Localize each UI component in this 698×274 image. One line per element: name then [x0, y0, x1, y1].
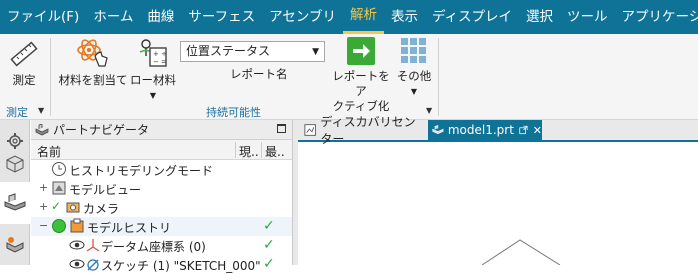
report-name-label: レポート名 — [230, 67, 288, 81]
popout-icon[interactable] — [519, 124, 528, 136]
collapse-icon[interactable]: − — [39, 219, 48, 232]
group-label-measure: 測定 — [6, 106, 28, 119]
assembly-navigator-button[interactable] — [0, 142, 30, 184]
activate-report-label-1: レポートをア — [332, 69, 390, 98]
eye-icon[interactable] — [69, 237, 85, 253]
raw-material-button[interactable]: + ÷ − = ロー材料 ▼ — [130, 36, 176, 103]
column-latest[interactable]: 最.. — [265, 143, 285, 160]
model-history-icon — [70, 218, 84, 233]
report-name-select[interactable]: 位置ステータス ▼ — [180, 41, 325, 62]
tree-row-model-history[interactable]: − モデルヒストリ ✓ — [31, 217, 292, 236]
menu-tools[interactable]: ツール — [560, 0, 615, 34]
svg-text:+ ÷: + ÷ — [153, 50, 167, 58]
menu-assembly[interactable]: アセンブリ — [262, 0, 343, 34]
green-status-icon — [52, 219, 66, 233]
grid-icon — [401, 38, 426, 63]
ruler-icon — [10, 41, 38, 67]
chevron-down-icon: ▼ — [149, 91, 157, 100]
group-expand-icon[interactable]: ▼ — [38, 106, 44, 115]
svg-text:− =: − = — [153, 58, 167, 66]
assembly-icon — [6, 155, 24, 173]
menu-home[interactable]: ホーム — [86, 0, 140, 34]
datum-csys-icon — [86, 239, 100, 252]
part-navigator-icon — [35, 123, 49, 135]
tree-row-label: スケッチ (1) "SKETCH_000" — [101, 259, 261, 273]
tree-row-datum-csys[interactable]: データム座標系 (0) ✓ — [31, 236, 292, 255]
group-separator — [50, 38, 51, 116]
latest-check-icon: ✓ — [263, 218, 275, 234]
menu-display[interactable]: ディスプレイ — [425, 0, 519, 34]
tree-row-history-mode[interactable]: ヒストリモデリングモード — [31, 160, 292, 179]
part-navigator-button[interactable] — [0, 182, 30, 224]
assign-material-label: 材料を割当て — [58, 73, 128, 87]
group-expand-icon[interactable]: ▼ — [426, 106, 432, 115]
menu-surface[interactable]: サーフェス — [181, 0, 262, 34]
reuse-library-icon — [6, 237, 24, 253]
menu-bar: ファイル(F) ホーム 曲線 サーフェス アセンブリ 解析 表示 ディスプレイ … — [0, 0, 698, 34]
group-separator — [438, 38, 439, 116]
expand-icon[interactable]: + — [39, 181, 48, 194]
navigator-column-header: 名前 現.. 最.. — [31, 140, 292, 160]
column-divider[interactable] — [235, 142, 236, 158]
menu-view[interactable]: 表示 — [384, 0, 425, 34]
column-divider[interactable] — [261, 142, 262, 158]
tree-row-model-views[interactable]: + モデルビュー — [31, 179, 292, 198]
assign-material-button[interactable]: 材料を割当て — [58, 36, 128, 88]
report-select-value: 位置ステータス — [186, 44, 271, 58]
discovery-icon — [304, 124, 316, 136]
measure-button[interactable]: 測定 — [4, 38, 44, 88]
close-icon[interactable]: ✕ — [533, 124, 542, 137]
raw-material-label: ロー材料 — [130, 73, 176, 87]
ribbon: 測定 材料を割当て + ÷ − = ロー材料 ▼ 位置ステータス ▼ レポート名 — [0, 34, 698, 120]
model-wireframe — [481, 239, 561, 266]
part-icon — [432, 125, 444, 135]
menu-applications[interactable]: アプリケーション — [615, 0, 698, 34]
tab-label: model1.prt — [447, 123, 514, 137]
tab-label: ディスカバリセンター — [320, 115, 416, 146]
menu-file[interactable]: ファイル(F) — [0, 0, 86, 34]
tab-discovery-center[interactable]: ディスカバリセンター — [300, 115, 426, 146]
part-navigator-icon — [4, 193, 26, 211]
activate-report-label-2: クティブ化 — [332, 99, 390, 113]
others-button[interactable]: その他 ▼ — [394, 36, 434, 99]
checkmark-icon[interactable]: ✓ — [51, 199, 61, 213]
maximize-icon[interactable] — [277, 124, 286, 133]
column-current[interactable]: 現.. — [239, 143, 259, 160]
tab-model1-prt[interactable]: model1.prt ✕ — [428, 120, 542, 140]
expand-icon[interactable]: + — [39, 200, 48, 213]
menu-curve[interactable]: 曲線 — [140, 0, 181, 34]
tree-row-label: モデルヒストリ — [87, 221, 172, 235]
assign-material-icon — [77, 39, 108, 67]
chevron-down-icon: ▼ — [312, 47, 319, 57]
clock-icon — [52, 162, 66, 176]
camera-icon — [66, 202, 80, 213]
raw-material-icon: + ÷ − = — [139, 39, 167, 67]
column-name[interactable]: 名前 — [37, 143, 61, 160]
others-label: その他 — [396, 69, 432, 83]
sketch-icon — [87, 259, 99, 271]
tree-row-label: モデルビュー — [69, 183, 142, 197]
eye-icon[interactable] — [69, 256, 85, 272]
chevron-down-icon: ▼ — [410, 87, 418, 96]
reuse-library-button[interactable] — [0, 224, 30, 266]
latest-check-icon: ✓ — [263, 237, 275, 253]
navigator-title-bar: パートナビゲータ — [31, 120, 292, 140]
part-navigator: パートナビゲータ 名前 現.. 最.. ヒストリモデリングモード + モデルビュ… — [31, 120, 293, 273]
resource-bar — [0, 120, 30, 265]
document-tabs: ディスカバリセンター model1.prt ✕ — [298, 115, 698, 146]
menu-select[interactable]: 選択 — [519, 0, 560, 34]
tree-row-cameras[interactable]: + ✓ カメラ — [31, 198, 292, 217]
tree-row-label: ヒストリモデリングモード — [69, 164, 214, 178]
green-arrow-icon — [347, 37, 375, 65]
tree-row-label: データム座標系 (0) — [101, 240, 206, 254]
graphics-window[interactable] — [298, 144, 698, 266]
tree-row-label: カメラ — [83, 202, 120, 216]
model-view-icon — [52, 181, 66, 195]
group-label-sustainability: 持続可能性 — [206, 106, 261, 119]
activate-report-button[interactable]: レポートをア クティブ化 — [330, 36, 392, 114]
menu-analysis[interactable]: 解析 — [342, 0, 384, 34]
measure-label: 測定 — [12, 73, 36, 87]
latest-check-icon: ✓ — [263, 256, 275, 272]
navigator-title: パートナビゲータ — [53, 123, 150, 137]
